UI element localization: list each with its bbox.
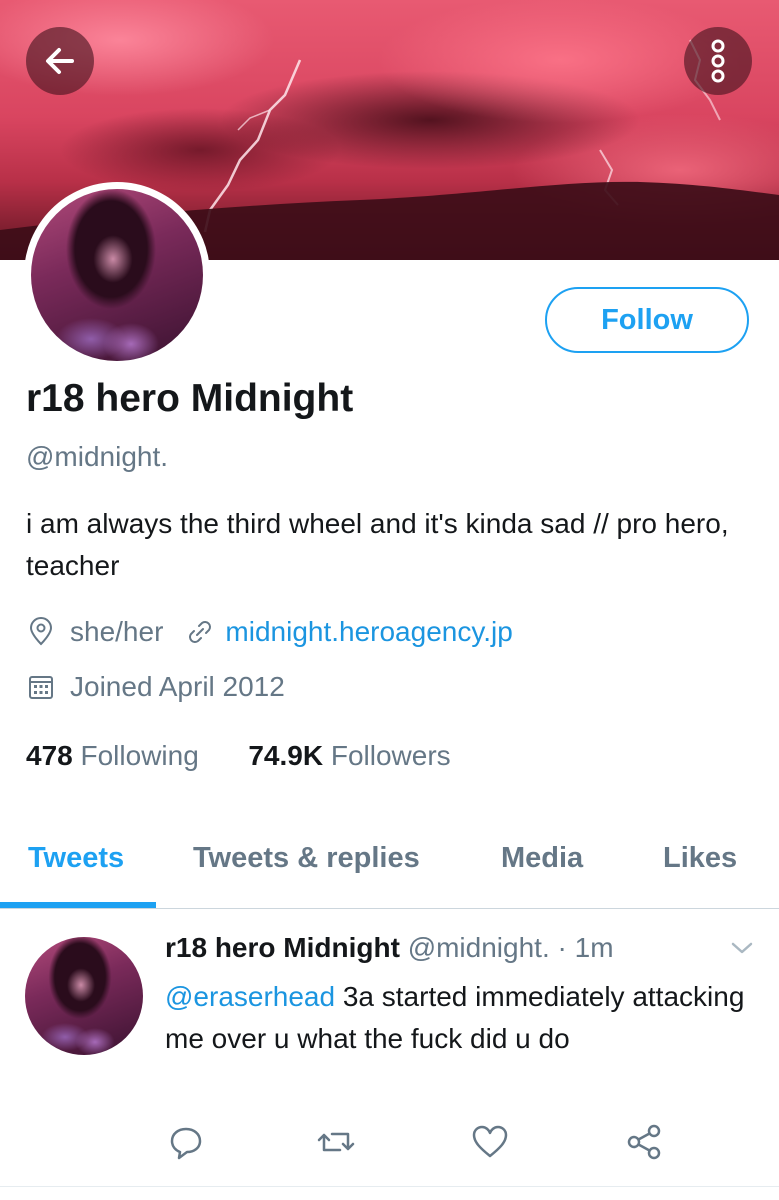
more-options-button[interactable] bbox=[684, 27, 752, 95]
arrow-left-icon bbox=[46, 48, 74, 74]
profile-avatar-frame[interactable] bbox=[24, 182, 210, 368]
chevron-down-icon bbox=[731, 942, 753, 954]
share-icon bbox=[627, 1124, 661, 1160]
avatar[interactable] bbox=[31, 189, 203, 361]
profile-website-link[interactable]: midnight.heroagency.jp bbox=[225, 616, 512, 648]
tab-tweets[interactable]: Tweets bbox=[28, 842, 124, 875]
profile-tab-bar: Tweets Tweets & replies Media Likes bbox=[0, 812, 779, 909]
share-button[interactable] bbox=[624, 1122, 664, 1162]
profile-handle: @midnight. bbox=[26, 441, 169, 472]
following-count: 478 bbox=[26, 740, 73, 771]
profile-joined-date: Joined April 2012 bbox=[70, 671, 285, 702]
followers-link[interactable]: 74.9K Followers bbox=[248, 740, 450, 771]
link-icon bbox=[189, 621, 212, 643]
calendar-icon bbox=[29, 676, 53, 699]
tweet-mention[interactable]: @eraserhead bbox=[165, 981, 335, 1012]
profile-joined-row: Joined April 2012 bbox=[26, 671, 285, 703]
following-link[interactable]: 478 Following bbox=[26, 740, 199, 771]
followers-label: Followers bbox=[330, 740, 451, 771]
back-button[interactable] bbox=[26, 27, 94, 95]
tweet-author-name[interactable]: r18 hero Midnight bbox=[165, 932, 400, 963]
profile-display-name: r18 hero Midnight bbox=[26, 377, 354, 420]
tab-media[interactable]: Media bbox=[501, 842, 583, 875]
profile-meta-row: she/her midnight.heroagency.jp bbox=[26, 616, 513, 648]
tweet-timestamp[interactable]: 1m bbox=[575, 932, 614, 963]
tweet-author-handle: @midnight. bbox=[407, 932, 550, 963]
reply-icon bbox=[170, 1127, 202, 1160]
tweet-text: @eraserhead 3a started immediately attac… bbox=[165, 976, 755, 1060]
tweet-divider bbox=[0, 1186, 779, 1187]
reply-button[interactable] bbox=[166, 1122, 206, 1162]
retweet-button[interactable] bbox=[316, 1122, 356, 1162]
profile-counts: 478 Following 74.9K Followers bbox=[26, 740, 451, 772]
heart-icon bbox=[472, 1125, 508, 1158]
like-button[interactable] bbox=[470, 1122, 510, 1162]
profile-location: she/her bbox=[70, 616, 164, 647]
following-label: Following bbox=[80, 740, 199, 771]
location-pin-icon bbox=[29, 617, 53, 646]
tweet-header: r18 hero Midnight @midnight. · 1m bbox=[165, 932, 614, 964]
tweet-time-separator: · bbox=[557, 932, 567, 963]
tab-likes[interactable]: Likes bbox=[663, 842, 737, 875]
tweet-author-avatar[interactable] bbox=[25, 937, 143, 1055]
tab-tweets-and-replies[interactable]: Tweets & replies bbox=[193, 842, 420, 875]
tweet-actions bbox=[0, 1122, 779, 1166]
active-tab-indicator bbox=[0, 902, 156, 908]
retweet-icon bbox=[317, 1132, 355, 1152]
follow-button[interactable]: Follow bbox=[545, 287, 749, 353]
profile-bio: i am always the third wheel and it's kin… bbox=[26, 508, 729, 581]
more-vertical-icon bbox=[711, 39, 725, 83]
followers-count: 74.9K bbox=[248, 740, 324, 771]
tweet-menu-button[interactable] bbox=[730, 940, 754, 961]
